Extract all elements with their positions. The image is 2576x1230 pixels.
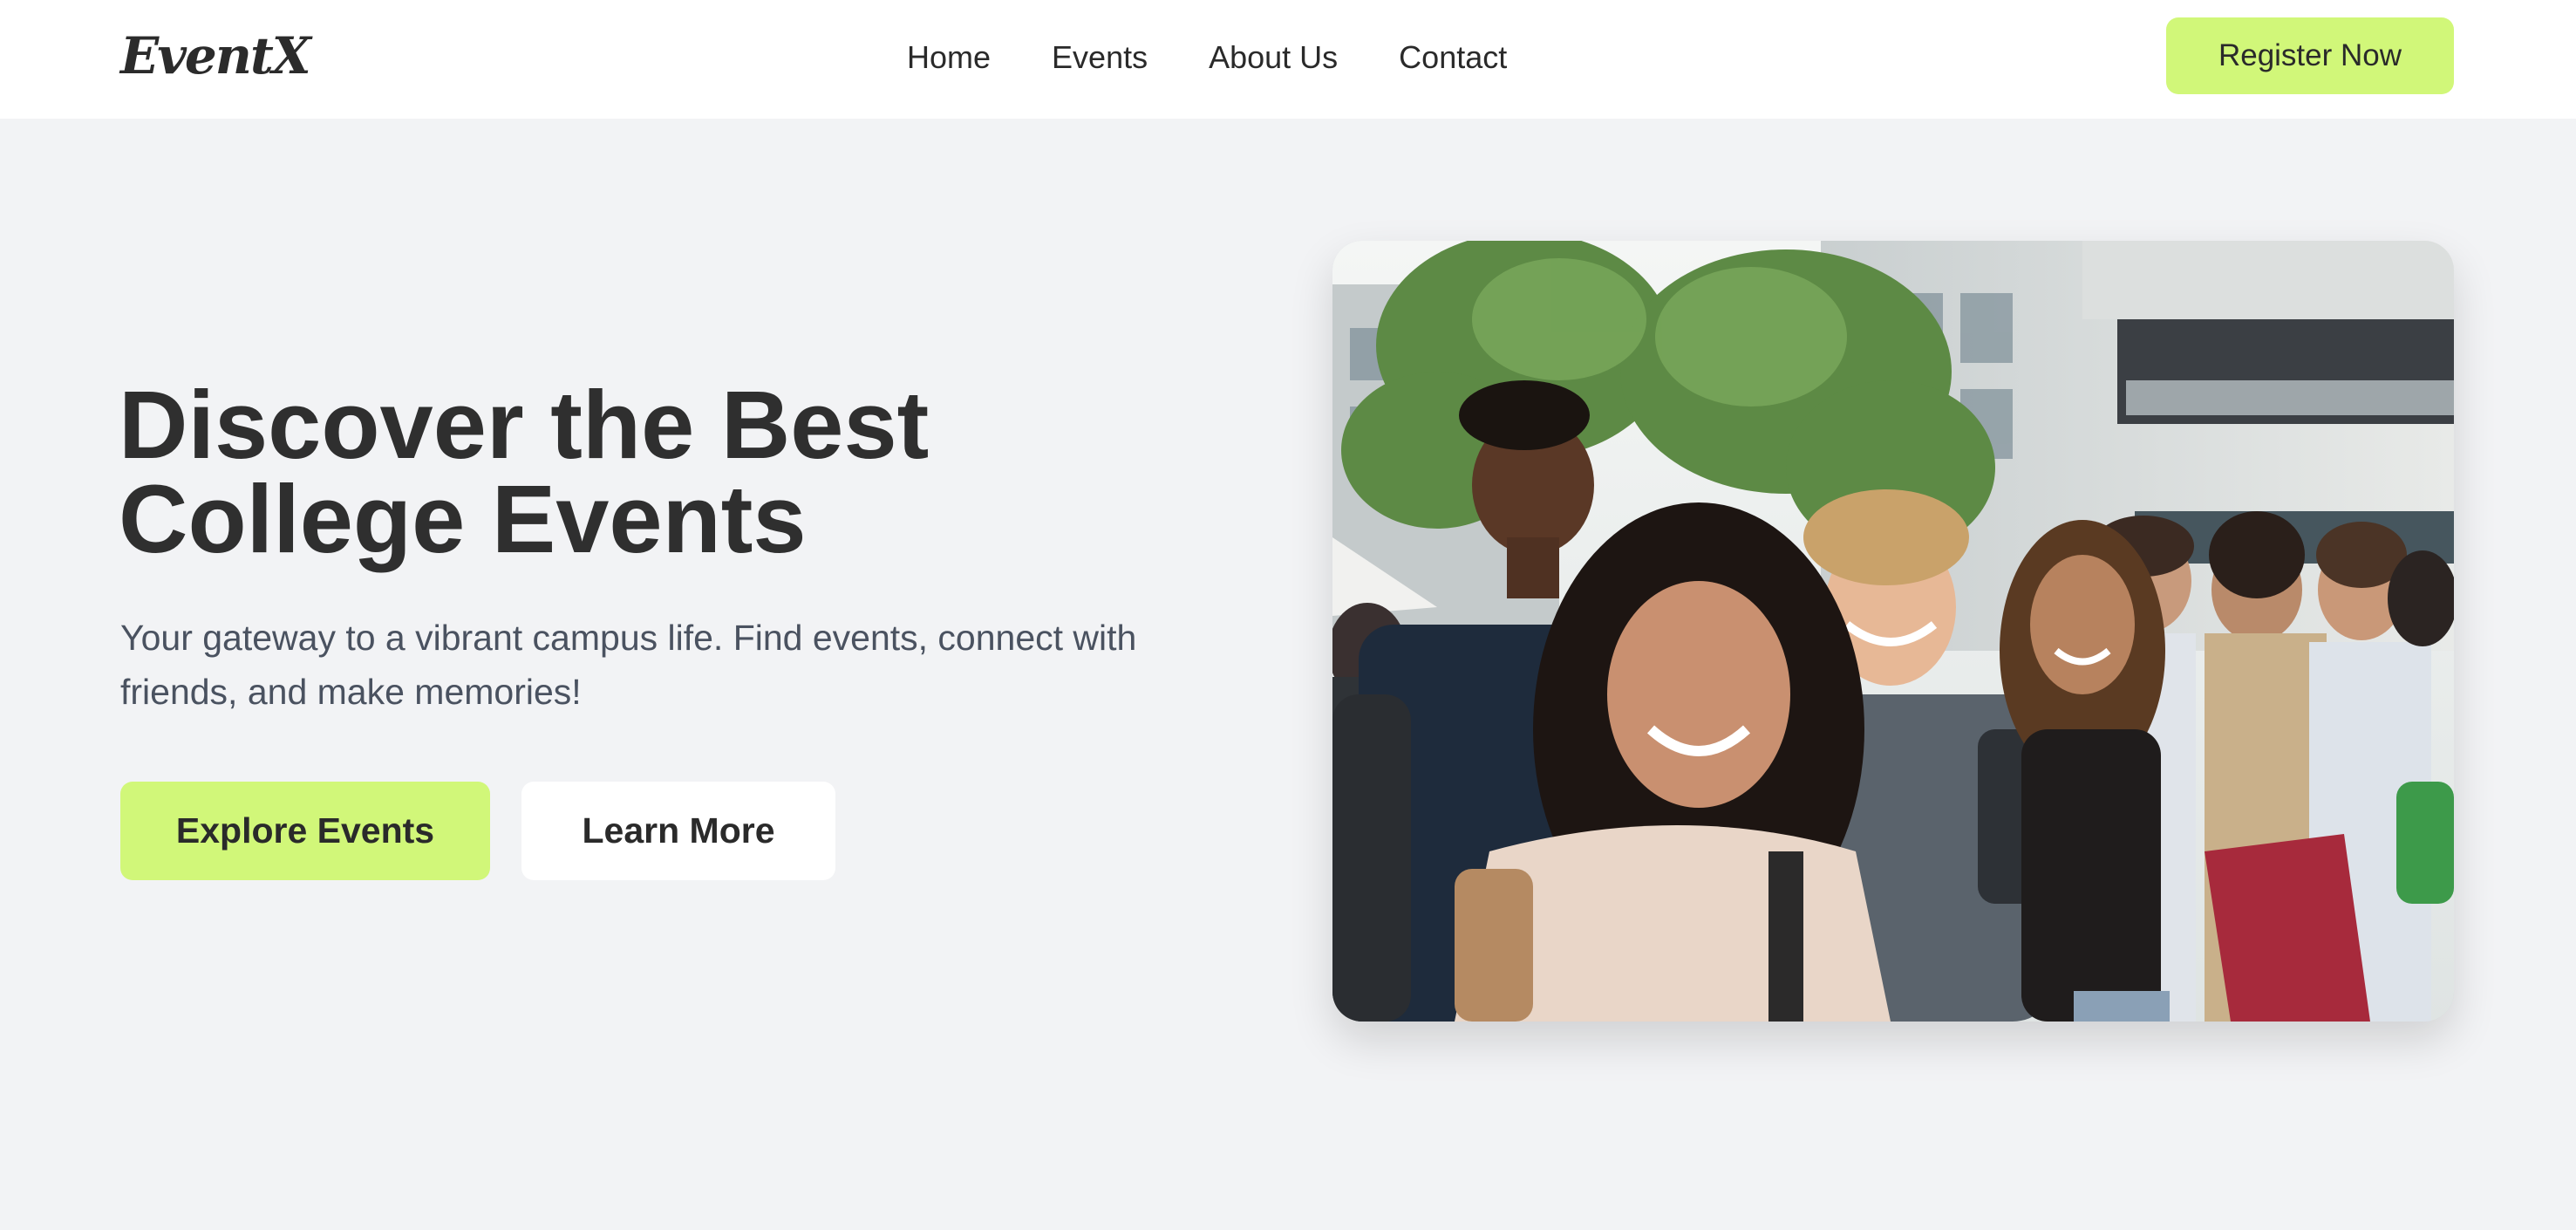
site-header: EventX Home Events About Us Contact Regi… <box>0 0 2576 119</box>
nav-link-contact[interactable]: Contact <box>1399 33 1507 82</box>
nav-link-home[interactable]: Home <box>907 33 991 82</box>
nav-link-about-us[interactable]: About Us <box>1209 33 1338 82</box>
register-now-button[interactable]: Register Now <box>2166 17 2454 94</box>
brand-logo[interactable]: EventX <box>120 23 311 89</box>
hero-subtitle: Your gateway to a vibrant campus life. F… <box>120 618 1137 712</box>
hero-students-photo <box>1332 241 2454 1022</box>
students-crowd-illustration <box>1332 241 2454 1022</box>
explore-events-button[interactable]: Explore Events <box>120 782 490 880</box>
hero-title-line-2: College Events <box>119 466 807 573</box>
main-nav: Home Events About Us Contact <box>907 33 1507 82</box>
learn-more-button[interactable]: Learn More <box>521 782 835 880</box>
nav-link-events[interactable]: Events <box>1052 33 1148 82</box>
hero-title-line-1: Discover the Best <box>119 372 930 479</box>
hero-title: Discover the Best College Events <box>119 372 1252 573</box>
